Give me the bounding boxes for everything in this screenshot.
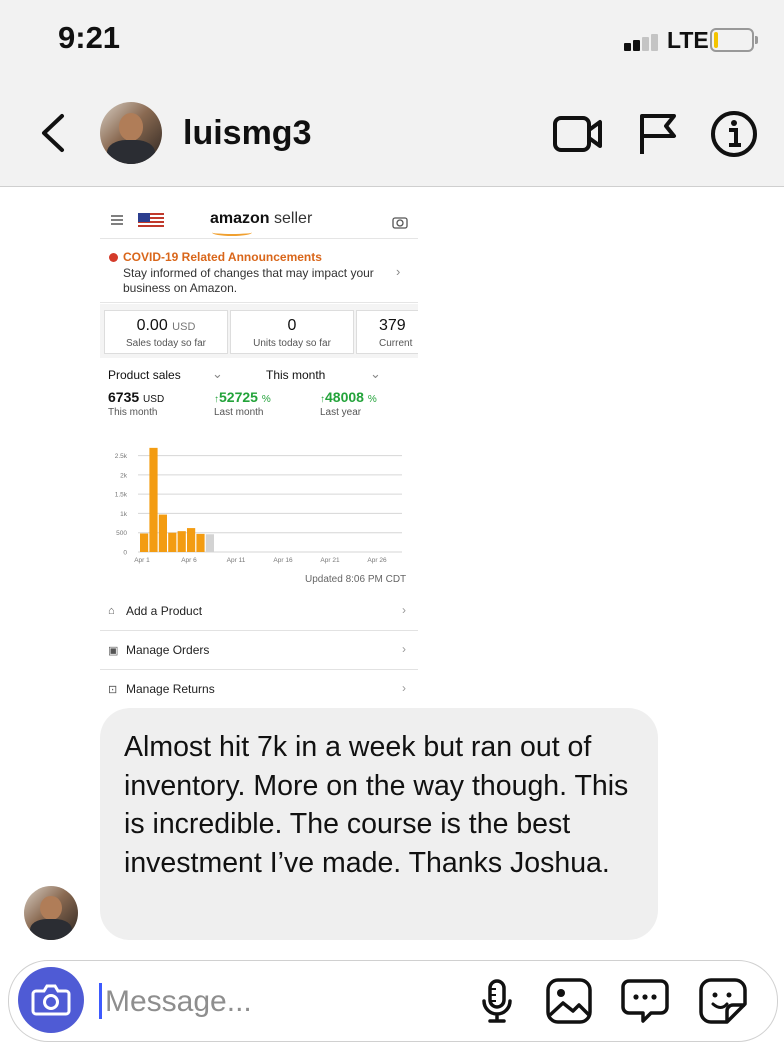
message-text: Almost hit 7k in a week but ran out of i… <box>124 731 629 879</box>
chevron-left-icon <box>42 114 64 152</box>
message-input[interactable] <box>103 979 437 1025</box>
gallery-button[interactable] <box>543 975 595 1027</box>
clipboard-icon: ▣ <box>108 645 119 657</box>
chat-bubble-icon <box>621 979 669 1023</box>
summary-value: 6735 USD <box>108 389 165 405</box>
chevron-right-icon: › <box>402 642 406 656</box>
status-bar: 9:21 LTE <box>0 0 784 80</box>
tag-icon: ⌂ <box>108 605 115 617</box>
message-bubble[interactable]: Almost hit 7k in a week but ran out of i… <box>100 708 658 940</box>
announcement-title: COVID-19 Related Announcements <box>123 250 322 264</box>
y-tick-label: 1.5k <box>115 492 128 499</box>
y-tick-label: 2.5k <box>115 453 128 460</box>
x-tick-label: Apr 11 <box>227 557 246 564</box>
period-selector: This month <box>266 368 326 382</box>
summary-label: Last month <box>214 407 264 418</box>
text-caret <box>99 983 102 1019</box>
avatar[interactable] <box>100 102 162 164</box>
stat-card: 0.00 USD Sales today so far <box>104 310 228 354</box>
chart-bar <box>140 533 149 552</box>
image-icon <box>546 978 592 1024</box>
summary-value: ↑48008 % <box>320 389 377 405</box>
summary-label: Last year <box>320 407 362 418</box>
y-tick-label: 2k <box>120 472 128 479</box>
summary-value: ↑52725 % <box>214 389 271 405</box>
report-button[interactable] <box>630 108 686 160</box>
info-icon <box>711 111 757 157</box>
chevron-down-icon: ⌄ <box>370 366 381 381</box>
more-options-button[interactable] <box>619 975 671 1027</box>
chat-username[interactable]: luismg3 <box>183 114 311 153</box>
chevron-right-icon: › <box>402 681 406 695</box>
alert-icon <box>109 253 118 262</box>
metric-selector: Product sales <box>108 368 181 382</box>
menu-manage-returns[interactable]: ⊡ Manage Returns › <box>100 670 418 708</box>
x-tick-label: Apr 26 <box>367 557 387 564</box>
sticker-button[interactable] <box>697 975 749 1027</box>
logo-smile-icon <box>212 229 252 236</box>
y-tick-label: 500 <box>116 530 127 537</box>
sticker-icon <box>699 978 747 1024</box>
x-tick-label: Apr 21 <box>320 557 340 564</box>
x-tick-label: Apr 16 <box>273 557 293 564</box>
video-camera-icon <box>553 116 602 152</box>
sales-bar-chart: 0 500 1k 1.5k 2k 2.5k Apr 1 Apr 6 Apr 11 Apr 16 Ap… <box>115 447 402 564</box>
covid-announcement: COVID-19 Related Announcements Stay info… <box>100 244 418 303</box>
summary-label: This month <box>108 407 158 418</box>
y-tick-label: 0 <box>123 550 127 557</box>
message-composer <box>8 960 778 1042</box>
camera-icon <box>392 217 408 229</box>
network-label: LTE <box>667 27 709 53</box>
us-flag-icon <box>138 213 164 229</box>
chat-header: luismg3 <box>0 80 784 187</box>
chart-bar <box>196 533 205 552</box>
x-tick-label: Apr 1 <box>134 557 150 564</box>
info-button[interactable] <box>706 108 762 160</box>
voice-message-button[interactable] <box>471 975 523 1027</box>
chevron-right-icon: › <box>402 603 406 617</box>
status-time: 9:21 <box>58 20 121 55</box>
chart-bar <box>168 532 177 552</box>
box-return-icon: ⊡ <box>108 684 118 696</box>
microphone-icon <box>482 979 512 1023</box>
chevron-right-icon: › <box>396 264 401 279</box>
chevron-down-icon: ⌄ <box>212 366 223 381</box>
amazon-seller-logo: amazon seller <box>210 210 313 227</box>
flag-icon <box>640 114 676 154</box>
menu-manage-orders[interactable]: ▣ Manage Orders › <box>100 631 418 670</box>
stat-card: 0 Units today so far <box>230 310 354 354</box>
chart-bar <box>177 531 186 552</box>
chart-bar <box>158 514 167 552</box>
seller-top-bar: amazon seller <box>100 200 418 239</box>
chart-bar <box>187 528 196 552</box>
video-call-button[interactable] <box>550 108 606 160</box>
stat-card: 379 Current <box>356 310 418 354</box>
chart-bar <box>149 447 158 552</box>
stat-cards: 0.00 USD Sales today so far 0 Units toda… <box>100 304 418 358</box>
signal-icon <box>624 33 660 51</box>
back-button[interactable] <box>32 108 82 158</box>
chart-bar <box>205 534 214 552</box>
battery-icon <box>710 28 758 52</box>
updated-time: Updated 8:06 PM CDT <box>305 574 407 585</box>
x-tick-label: Apr 6 <box>181 557 197 564</box>
camera-icon <box>31 984 71 1016</box>
menu-add-product[interactable]: ⌂ Add a Product › <box>100 592 418 631</box>
hamburger-icon <box>111 215 123 225</box>
sender-avatar[interactable] <box>24 886 78 940</box>
y-tick-label: 1k <box>120 511 128 518</box>
shared-image[interactable]: amazon seller COVID-19 Related Announcem… <box>100 200 418 710</box>
camera-button[interactable] <box>18 967 84 1033</box>
announcement-text: Stay informed of changes that may impact… <box>123 266 374 295</box>
